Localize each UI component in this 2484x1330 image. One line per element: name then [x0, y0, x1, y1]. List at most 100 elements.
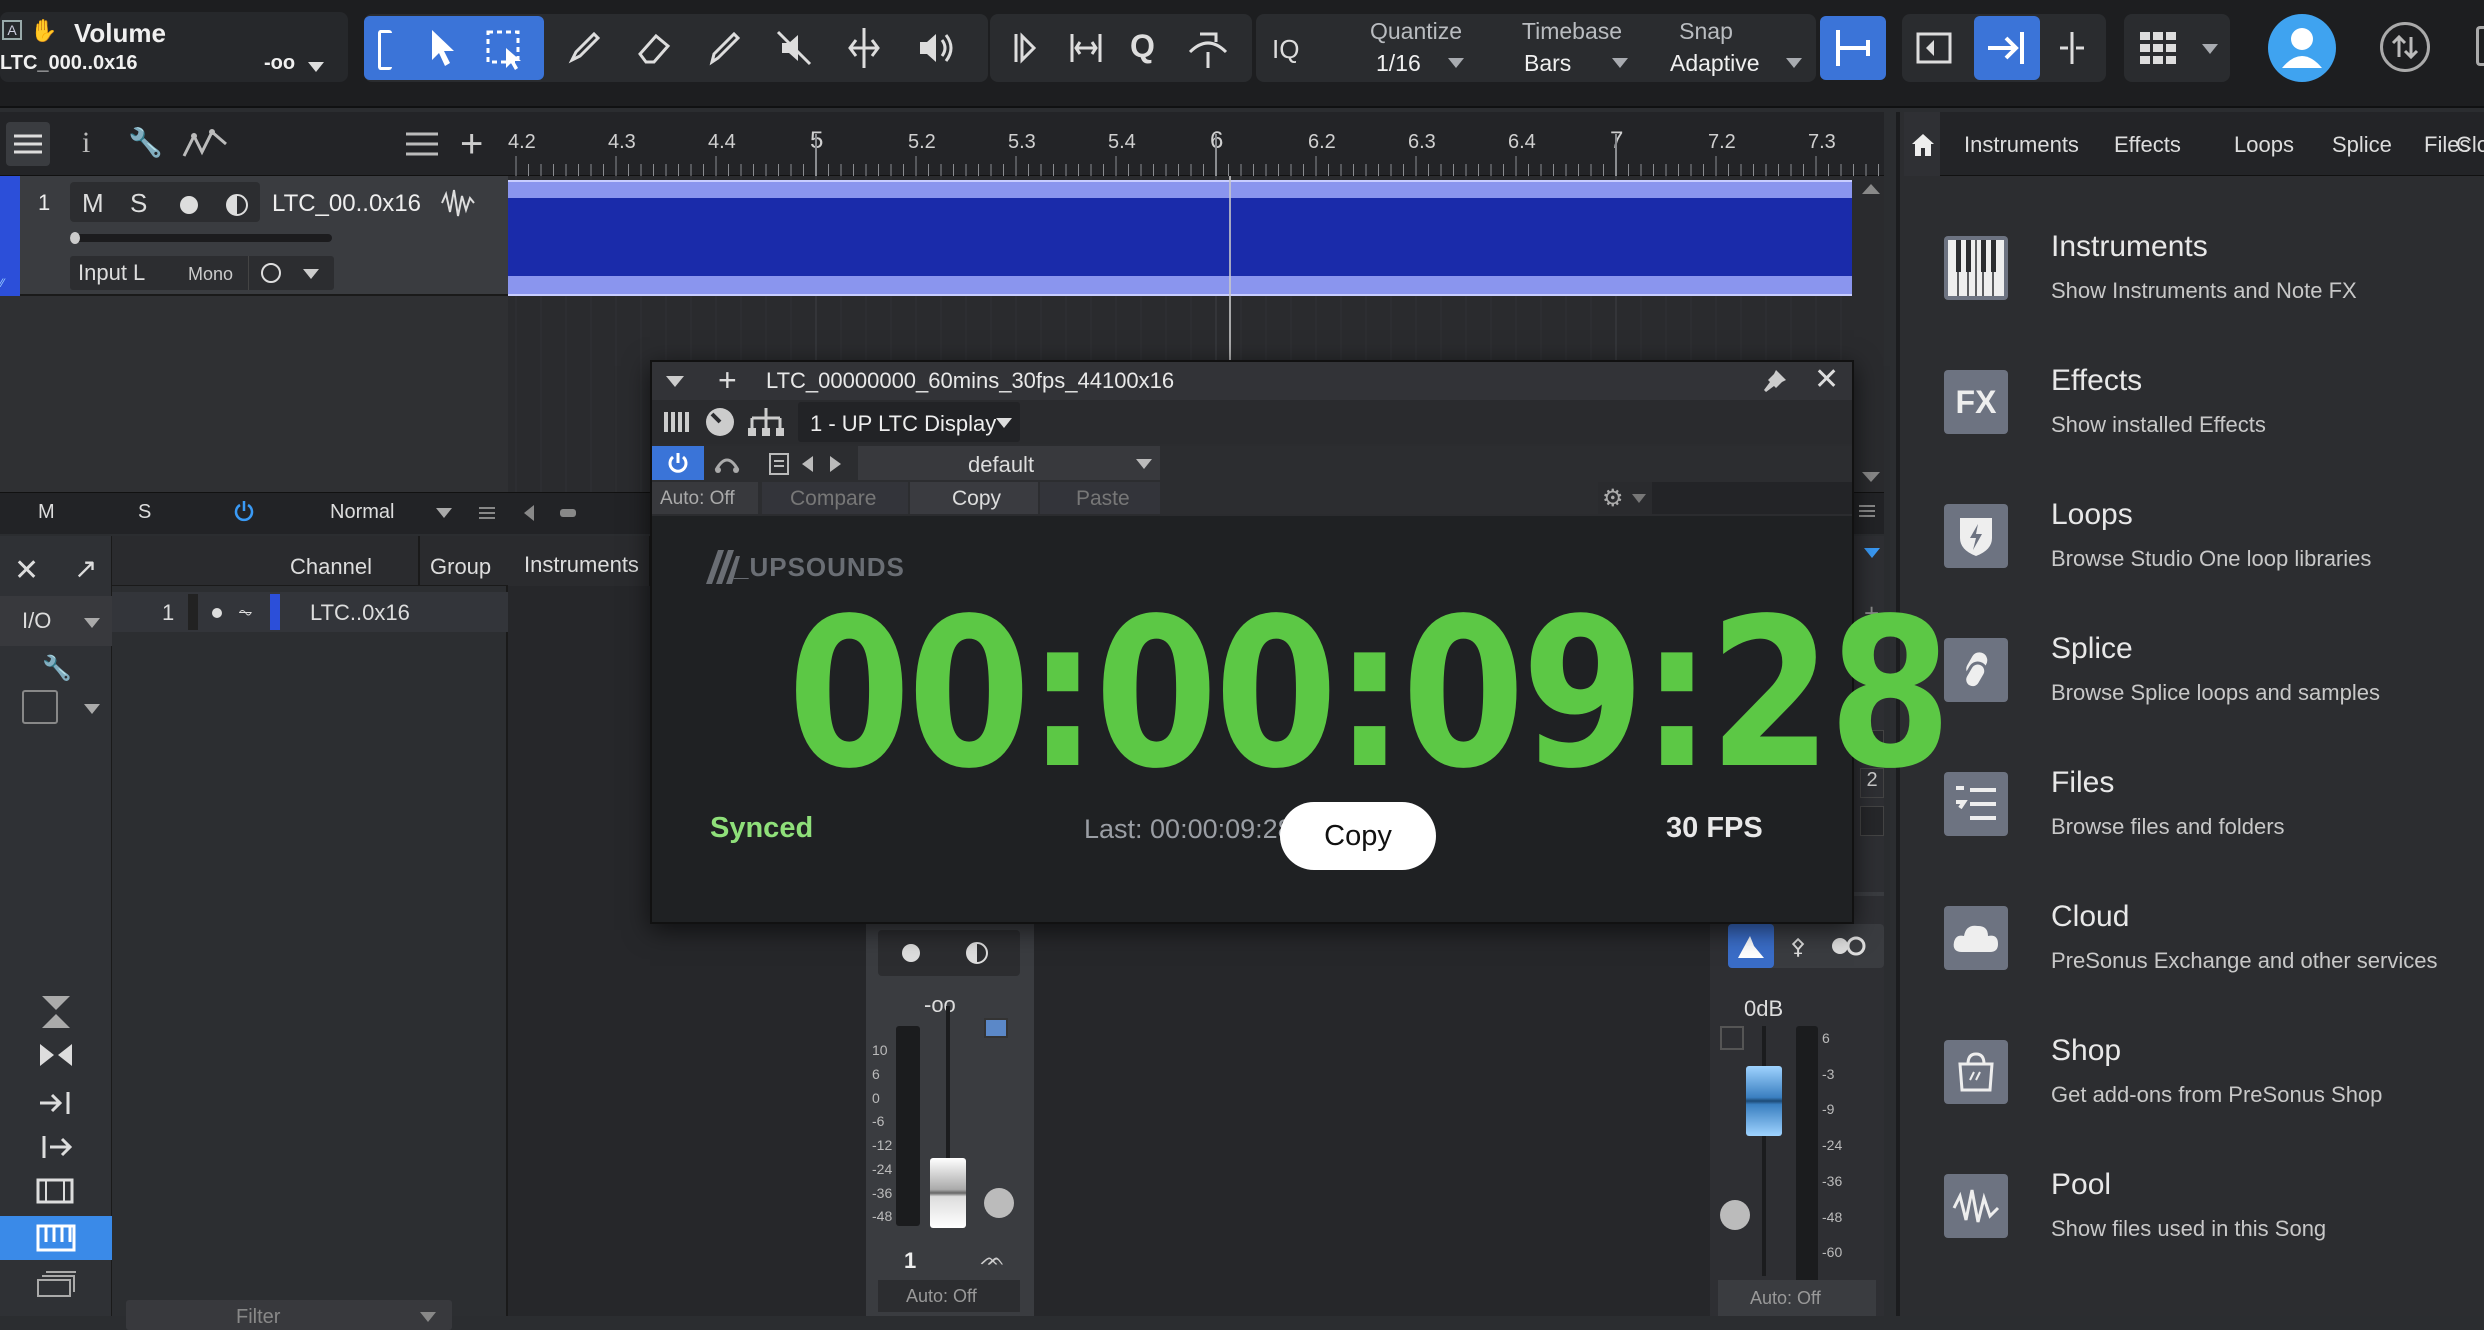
range-select-icon[interactable]	[484, 28, 528, 72]
route-in-icon[interactable]	[36, 1088, 76, 1118]
tab-effects[interactable]: Effects	[2114, 132, 2181, 158]
nudge-start-icon[interactable]	[1004, 28, 1044, 68]
preset-page-icon[interactable]	[768, 452, 790, 476]
strip2-automation-button[interactable]: Auto: Off	[1718, 1280, 1876, 1316]
user-avatar-icon[interactable]	[2268, 14, 2336, 82]
tab-loops[interactable]: Loops	[2234, 132, 2294, 158]
nudge-stretch-icon[interactable]	[1064, 28, 1108, 68]
expand-icon[interactable]: ↗	[74, 554, 97, 584]
strip2-fader-knob[interactable]	[1746, 1066, 1782, 1136]
paint-tool-icon[interactable]	[704, 28, 744, 68]
gear-icon[interactable]: ⚙	[1602, 484, 1624, 513]
strip1-fx-icon[interactable]	[984, 1018, 1008, 1038]
insert-icon[interactable]	[22, 690, 58, 724]
browser-item-splice[interactable]: Splice Browse Splice loops and samples	[1944, 628, 2484, 748]
paste-button[interactable]: Paste	[1040, 482, 1160, 514]
browser-item-effects[interactable]: FX Effects Show installed Effects	[1944, 360, 2484, 480]
stack-icon[interactable]	[34, 1270, 76, 1300]
list-view-button[interactable]	[6, 122, 50, 166]
channel-row[interactable]: 1 ⏦ LTC..0x16	[112, 592, 508, 632]
snap-to-grid-button[interactable]	[1820, 16, 1886, 80]
route-out-icon[interactable]	[36, 1132, 76, 1162]
scroll-up-icon[interactable]	[1862, 184, 1880, 194]
pencil-tool-icon[interactable]	[564, 28, 604, 68]
snap-value[interactable]: Adaptive	[1670, 50, 1760, 77]
chevron-down-icon[interactable]	[84, 704, 100, 714]
browser-item-loops[interactable]: Loops Browse Studio One loop libraries	[1944, 494, 2484, 614]
track-header[interactable]: ⁄⁄ 1 M S LTC_00..0x16 Input L Mono	[0, 176, 508, 296]
copy-timecode-button[interactable]: Copy	[1280, 802, 1436, 870]
column-group[interactable]: Group	[430, 554, 491, 580]
io-button[interactable]: I/O	[0, 596, 112, 646]
record-arm-button[interactable]	[180, 196, 198, 214]
preset-selector[interactable]: default	[858, 446, 1160, 480]
split-view-icon[interactable]	[2052, 28, 2092, 68]
monitor-button[interactable]	[226, 194, 248, 216]
channel-mode[interactable]: Mono	[188, 264, 233, 285]
timebase-value[interactable]: Bars	[1524, 50, 1571, 77]
home-tab[interactable]	[1904, 112, 1940, 176]
quantize-value[interactable]: 1/16	[1376, 50, 1421, 77]
browser-item-cloud[interactable]: Cloud PreSonus Exchange and other servic…	[1944, 896, 2484, 1016]
monitor-select[interactable]	[248, 256, 332, 290]
chevron-down-icon[interactable]	[1448, 58, 1464, 68]
iq-button[interactable]: IQ	[1272, 34, 1299, 65]
grid-view-button[interactable]	[2124, 14, 2230, 82]
browser-item-pool[interactable]: Pool Show files used in this Song	[1944, 1164, 2484, 1284]
chevron-down-icon[interactable]	[84, 618, 100, 628]
scroll-left-icon[interactable]	[524, 505, 534, 521]
footer-mode[interactable]: Normal	[330, 501, 394, 524]
settings-field[interactable]	[1652, 482, 1852, 514]
chevron-down-icon[interactable]	[1136, 459, 1152, 469]
channel-visible-dot[interactable]	[212, 608, 222, 618]
routing-icon[interactable]	[748, 406, 784, 438]
plugin-bypass-dial-icon[interactable]	[706, 408, 734, 436]
auto-mode-button[interactable]: Auto: Off	[652, 482, 758, 514]
strip2-dropdown-icon[interactable]	[1864, 548, 1880, 558]
chevron-down-icon[interactable]	[996, 418, 1012, 428]
plugin-titlebar[interactable]: + LTC_00000000_60mins_30fps_44100x16 ✕	[652, 362, 1852, 400]
footer-right-menu-icon[interactable]	[1858, 503, 1876, 519]
close-icon[interactable]: ✕	[14, 556, 39, 586]
footer-mute[interactable]: M	[38, 501, 55, 524]
collapse-horizontal-icon[interactable]	[36, 1040, 76, 1070]
pin-icon[interactable]	[1762, 368, 1788, 394]
chevron-down-icon[interactable]	[436, 508, 452, 518]
track-name[interactable]: LTC_00..0x16	[272, 190, 421, 218]
track-menu-icon[interactable]	[404, 130, 440, 158]
chevron-down-icon[interactable]	[1632, 494, 1646, 503]
strip2-pan-icon[interactable]	[1720, 1200, 1750, 1230]
chevron-down-icon[interactable]	[1786, 58, 1802, 68]
chevron-down-icon[interactable]	[420, 1312, 436, 1322]
power-icon[interactable]	[232, 499, 256, 523]
strip1-monitor-button[interactable]	[966, 942, 988, 964]
range-bracket-icon[interactable]	[378, 30, 392, 70]
add-track-icon[interactable]: +	[460, 124, 483, 164]
strip1-record-button[interactable]	[902, 944, 920, 962]
automation-curve-icon[interactable]	[180, 126, 230, 162]
browser-item-shop[interactable]: Shop Get add-ons from PreSonus Shop	[1944, 1030, 2484, 1150]
plugin-add-icon[interactable]: +	[718, 364, 737, 396]
strip1-automation-button[interactable]: Auto: Off	[878, 1280, 1020, 1312]
preset-next-icon[interactable]	[830, 456, 841, 472]
strip2-mic-icon[interactable]: ⚴	[1790, 934, 1806, 960]
rack-icon[interactable]	[662, 408, 692, 436]
mute-button[interactable]: M	[82, 188, 104, 219]
zoom-slider-icon[interactable]	[560, 509, 576, 517]
info-icon[interactable]: i	[82, 126, 90, 160]
eraser-tool-icon[interactable]	[634, 28, 674, 68]
bend-tool-icon[interactable]	[1184, 26, 1232, 70]
wrench-icon[interactable]: 🔧	[42, 654, 72, 683]
vertical-scrollbar[interactable]	[1858, 176, 1884, 492]
quantize-q-button[interactable]: Q	[1130, 28, 1155, 65]
strip1-pan-icon[interactable]	[984, 1188, 1014, 1218]
plugin-power-button[interactable]	[652, 446, 704, 480]
strip2-link-icon[interactable]	[1828, 936, 1868, 956]
video-icon[interactable]	[34, 1176, 76, 1206]
solo-button[interactable]: S	[130, 188, 147, 219]
follow-playhead-button[interactable]	[1974, 16, 2040, 80]
volume-slider-knob[interactable]	[70, 232, 80, 244]
collapse-vertical-icon[interactable]	[38, 992, 74, 1032]
playhead-cursor[interactable]	[1229, 176, 1231, 360]
tab-cloud[interactable]: Clo	[2456, 132, 2484, 158]
